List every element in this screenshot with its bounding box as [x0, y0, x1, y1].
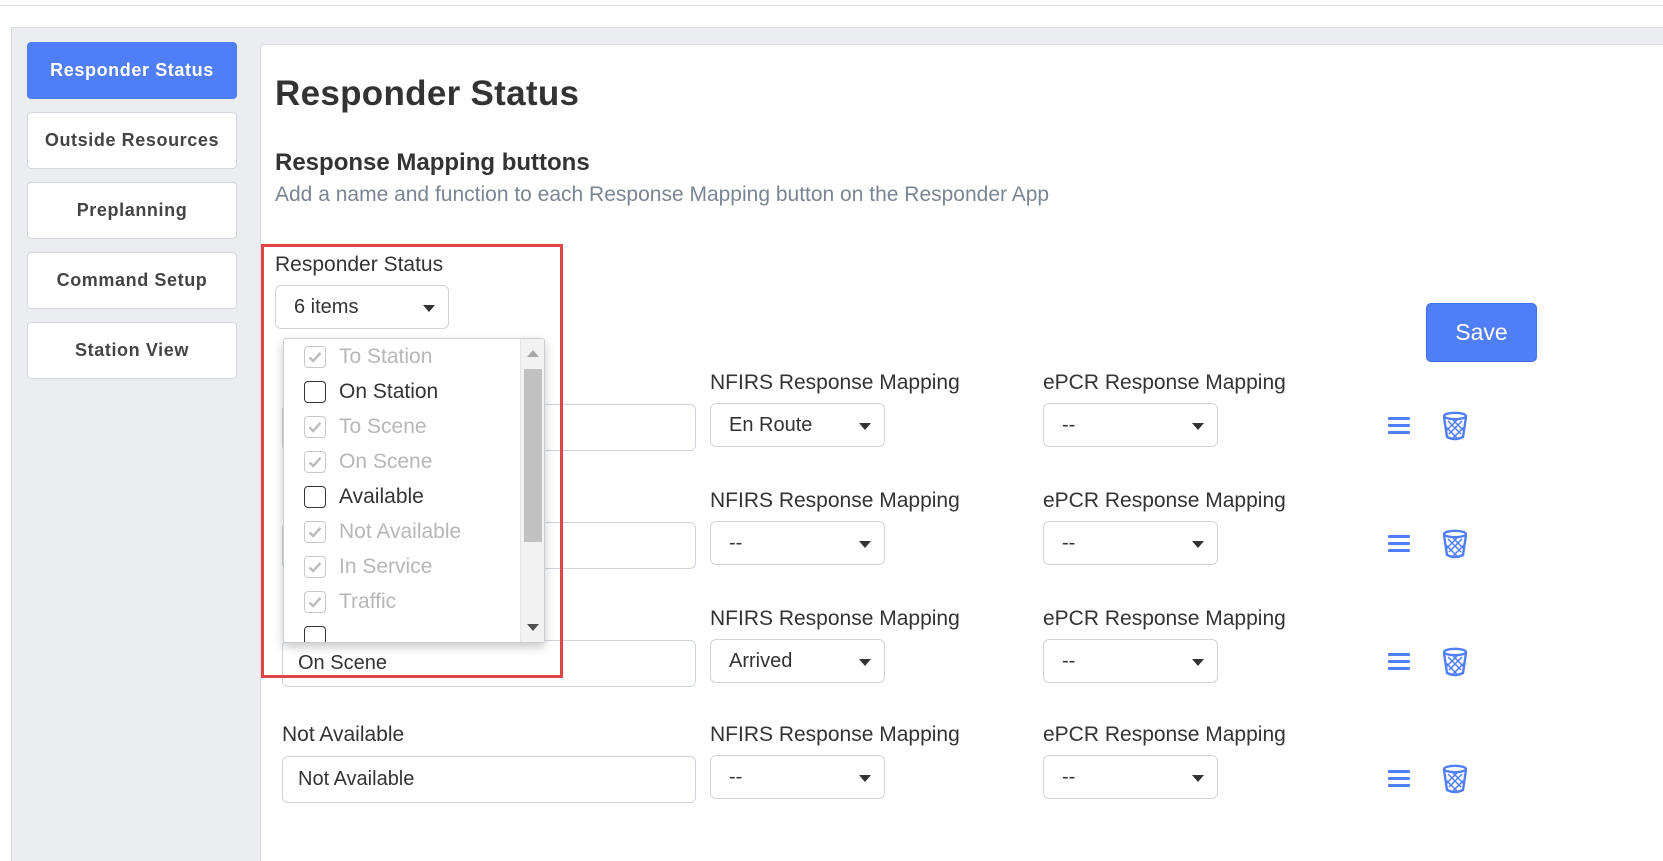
sidebar-item-command-setup[interactable]: Command Setup	[27, 252, 237, 309]
nfirs-mapping-label: NFIRS Response Mapping	[710, 371, 960, 394]
select-value: --	[1062, 531, 1076, 554]
chevron-down-icon	[1192, 541, 1204, 548]
hamburger-icon[interactable]	[1384, 647, 1414, 677]
chevron-down-icon	[1192, 775, 1204, 782]
select-value: --	[1062, 413, 1076, 436]
chevron-down-icon	[859, 423, 871, 430]
option-label: On Station	[339, 380, 439, 403]
epcr-mapping-select[interactable]: --	[1043, 639, 1218, 683]
status-name-field[interactable]: Not Available	[282, 756, 696, 803]
option-not-available: Not Available	[304, 517, 461, 547]
nfirs-mapping-label: NFIRS Response Mapping	[710, 607, 960, 630]
checkbox	[304, 521, 326, 543]
chevron-down-icon	[859, 541, 871, 548]
status-name-label: Not Available	[282, 723, 405, 746]
nfirs-mapping-select[interactable]: --	[710, 755, 885, 799]
scroll-down-icon[interactable]	[527, 624, 539, 631]
trash-icon[interactable]	[1440, 763, 1470, 794]
option-partial[interactable]	[304, 622, 339, 642]
sidebar-item-station-view[interactable]: Station View	[27, 322, 237, 379]
epcr-mapping-label: ePCR Response Mapping	[1043, 371, 1286, 394]
checkbox	[304, 346, 326, 368]
option-on-station[interactable]: On Station	[304, 377, 438, 407]
sidebar-item-outside-resources[interactable]: Outside Resources	[27, 112, 237, 169]
epcr-mapping-label: ePCR Response Mapping	[1043, 607, 1286, 630]
sidebar-item-preplanning[interactable]: Preplanning	[27, 182, 237, 239]
select-value: --	[1062, 649, 1076, 672]
epcr-mapping-label: ePCR Response Mapping	[1043, 723, 1286, 746]
option-on-scene: On Scene	[304, 447, 432, 477]
nfirs-mapping-label: NFIRS Response Mapping	[710, 489, 960, 512]
hamburger-icon[interactable]	[1384, 529, 1414, 559]
checkbox	[304, 416, 326, 438]
option-label: Available	[339, 485, 424, 508]
option-label: To Station	[339, 345, 433, 368]
page-title: Responder Status	[275, 74, 580, 113]
scroll-thumb[interactable]	[524, 369, 542, 542]
hamburger-icon[interactable]	[1384, 764, 1414, 794]
option-label: On Scene	[339, 450, 433, 473]
select-value: --	[1062, 765, 1076, 788]
checkbox	[304, 591, 326, 613]
top-bar	[0, 0, 1663, 6]
option-traffic: Traffic	[304, 587, 396, 617]
option-label: Traffic	[339, 590, 397, 613]
nfirs-mapping-select[interactable]: En Route	[710, 403, 885, 447]
chevron-down-icon	[859, 659, 871, 666]
epcr-mapping-select[interactable]: --	[1043, 521, 1218, 565]
save-button[interactable]: Save	[1426, 303, 1537, 362]
option-label: In Service	[339, 555, 433, 578]
trash-icon[interactable]	[1440, 646, 1470, 677]
checkbox	[304, 451, 326, 473]
hamburger-icon[interactable]	[1384, 411, 1414, 441]
nfirs-mapping-label: NFIRS Response Mapping	[710, 723, 960, 746]
option-to-scene: To Scene	[304, 412, 427, 442]
dropdown-scrollbar[interactable]	[520, 339, 544, 642]
chevron-down-icon	[1192, 423, 1204, 430]
checkbox	[304, 556, 326, 578]
section-title: Response Mapping buttons	[275, 149, 590, 176]
option-label: To Scene	[339, 415, 427, 438]
nfirs-mapping-select[interactable]: Arrived	[710, 639, 885, 683]
option-label: Not Available	[339, 520, 462, 543]
epcr-mapping-select[interactable]: --	[1043, 403, 1218, 447]
checkbox[interactable]	[304, 486, 326, 508]
chevron-down-icon	[1192, 659, 1204, 666]
checkbox[interactable]	[304, 381, 326, 403]
epcr-mapping-label: ePCR Response Mapping	[1043, 489, 1286, 512]
status-name-value: Not Available	[298, 768, 415, 790]
select-value: En Route	[729, 413, 813, 436]
nfirs-mapping-select[interactable]: --	[710, 521, 885, 565]
option-to-station: To Station	[304, 342, 432, 372]
select-value: Arrived	[729, 649, 793, 672]
sidebar-item-responder-status[interactable]: Responder Status	[27, 42, 237, 99]
scroll-up-icon[interactable]	[527, 350, 539, 357]
epcr-mapping-select[interactable]: --	[1043, 755, 1218, 799]
multiselect-dropdown[interactable]: To Station On Station To Scene On Scene …	[283, 338, 545, 643]
select-value: --	[729, 765, 743, 788]
option-available[interactable]: Available	[304, 482, 424, 512]
chevron-down-icon	[859, 775, 871, 782]
select-value: --	[729, 531, 743, 554]
option-in-service: In Service	[304, 552, 432, 582]
trash-icon[interactable]	[1440, 410, 1470, 441]
trash-icon[interactable]	[1440, 528, 1470, 559]
section-subtitle: Add a name and function to each Response…	[275, 183, 1050, 206]
checkbox[interactable]	[304, 626, 326, 642]
